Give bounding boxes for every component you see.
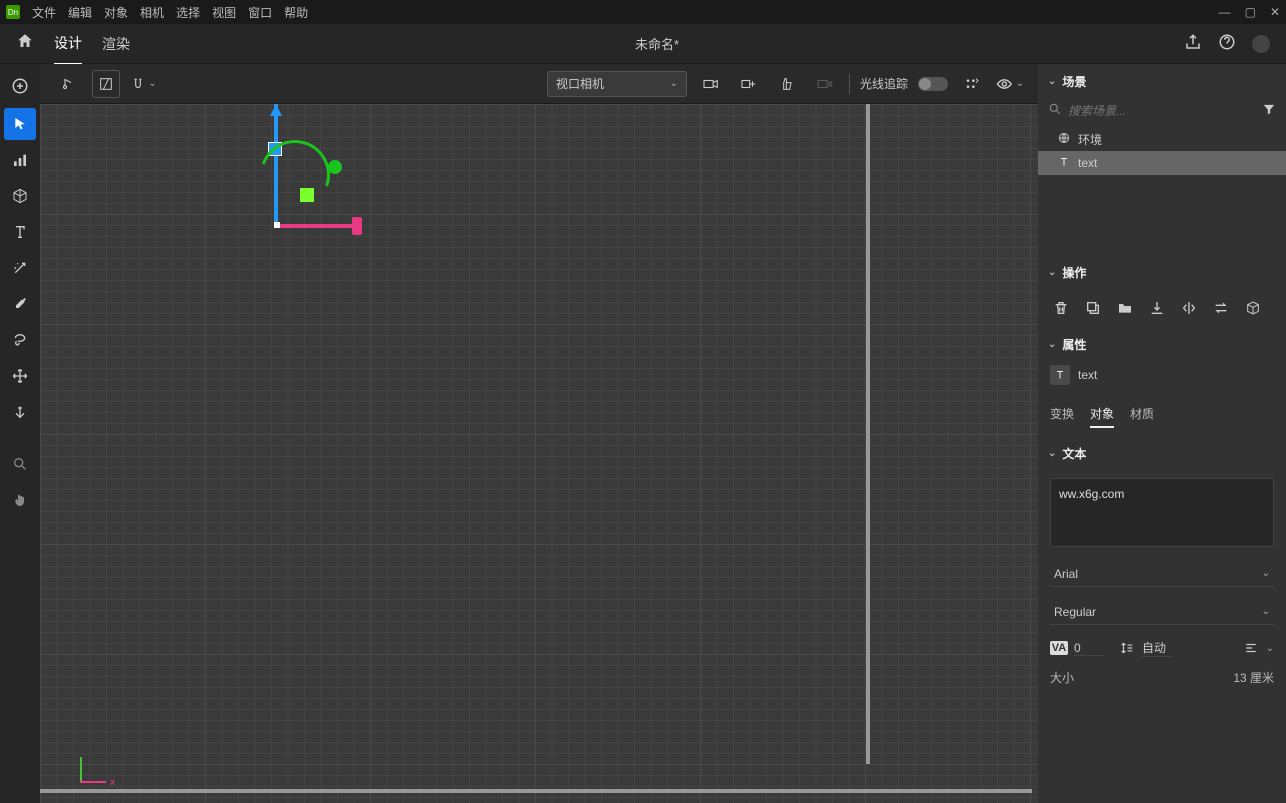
search-tool[interactable] — [4, 448, 36, 480]
menu-object[interactable]: 对象 — [104, 4, 128, 21]
font-select[interactable]: Arial⌄ — [1050, 561, 1274, 587]
grid-axis-h — [40, 789, 1032, 793]
opt-view-icon[interactable]: ⌄ — [996, 70, 1024, 98]
viewport[interactable]: x — [40, 104, 1038, 803]
folder-icon[interactable] — [1114, 297, 1136, 319]
swap-icon[interactable] — [1210, 297, 1232, 319]
size-value[interactable]: 13 厘米 — [1233, 669, 1274, 686]
prop-object-name: text — [1078, 368, 1097, 382]
panel-scene-header[interactable]: ⌄场景 — [1038, 64, 1286, 98]
sync-icon[interactable] — [1252, 35, 1270, 53]
text-value-input[interactable] — [1051, 479, 1273, 543]
menu-help[interactable]: 帮助 — [284, 4, 308, 21]
menu-edit[interactable]: 编辑 — [68, 4, 92, 21]
scene-search-input[interactable] — [1068, 104, 1256, 118]
prop-tab-object[interactable]: 对象 — [1090, 401, 1114, 428]
opt-cam1-icon[interactable] — [697, 70, 725, 98]
ground-icon[interactable] — [1146, 297, 1168, 319]
menu-window[interactable]: 窗口 — [248, 4, 272, 21]
opt-orient-icon[interactable] — [92, 70, 120, 98]
kerning-icon: VA — [1050, 641, 1068, 655]
home-icon[interactable] — [16, 32, 34, 55]
opt-cam-add-icon[interactable] — [735, 70, 763, 98]
scene-item-env[interactable]: 环境 — [1038, 127, 1286, 151]
menu-view[interactable]: 视图 — [212, 4, 236, 21]
size-label: 大小 — [1050, 669, 1074, 686]
share-icon[interactable] — [1184, 33, 1202, 54]
scale-tool[interactable] — [4, 144, 36, 176]
app-logo: Dn — [6, 5, 20, 19]
window-close-icon[interactable]: ✕ — [1270, 5, 1280, 19]
lineheight-icon — [1118, 641, 1136, 655]
menu-file[interactable]: 文件 — [32, 4, 56, 21]
tab-design[interactable]: 设计 — [54, 23, 82, 65]
mirror-icon[interactable] — [1178, 297, 1200, 319]
opt-pivot-icon[interactable] — [54, 70, 82, 98]
panel-text-header[interactable]: ⌄文本 — [1038, 436, 1286, 470]
lineheight-input[interactable]: 自动 — [1142, 639, 1172, 657]
panel-props-header[interactable]: ⌄属性 — [1038, 327, 1286, 361]
panel-ops-header[interactable]: ⌄操作 — [1038, 255, 1286, 289]
scene-item-text[interactable]: text — [1038, 151, 1286, 175]
cube-tool[interactable] — [4, 180, 36, 212]
select-tool[interactable] — [4, 108, 36, 140]
text-icon — [1058, 156, 1070, 171]
opt-cam-del-icon[interactable] — [811, 70, 839, 98]
lasso-tool[interactable] — [4, 324, 36, 356]
globe-icon — [1058, 132, 1070, 147]
filter-icon[interactable] — [1262, 102, 1276, 119]
window-minimize-icon[interactable]: — — [1219, 5, 1231, 19]
doc-title: 未命名* — [635, 34, 679, 53]
move-tool[interactable] — [4, 360, 36, 392]
font-weight-select[interactable]: Regular⌄ — [1050, 599, 1274, 625]
help-icon[interactable] — [1218, 33, 1236, 54]
menu-select[interactable]: 选择 — [176, 4, 200, 21]
add-icon[interactable] — [4, 70, 36, 102]
grid-axis-v — [866, 104, 870, 764]
search-icon — [1048, 102, 1062, 119]
eyedropper-tool[interactable] — [4, 288, 36, 320]
raytrace-toggle[interactable] — [918, 77, 948, 91]
package-icon[interactable] — [1242, 297, 1264, 319]
camera-select[interactable]: 视口相机⌄ — [547, 71, 687, 97]
text-tool[interactable] — [4, 216, 36, 248]
opt-display-icon[interactable] — [958, 70, 986, 98]
raytrace-label: 光线追踪 — [860, 75, 908, 92]
anchor-tool[interactable] — [4, 396, 36, 428]
window-maximize-icon[interactable]: ▢ — [1245, 5, 1256, 19]
text-object-icon — [1050, 365, 1070, 385]
kerning-input[interactable]: 0 — [1074, 641, 1104, 656]
duplicate-icon[interactable] — [1082, 297, 1104, 319]
wand-tool[interactable] — [4, 252, 36, 284]
opt-snap-icon[interactable]: ⌄ — [130, 70, 158, 98]
hand-tool[interactable] — [4, 484, 36, 516]
opt-cam-like-icon[interactable] — [773, 70, 801, 98]
tab-render[interactable]: 渲染 — [102, 24, 130, 64]
delete-icon[interactable] — [1050, 297, 1072, 319]
menu-camera[interactable]: 相机 — [140, 4, 164, 21]
prop-tab-transform[interactable]: 变换 — [1050, 401, 1074, 428]
axis-indicator: x — [80, 757, 106, 783]
transform-gizmo[interactable] — [274, 104, 278, 228]
align-icon[interactable] — [1242, 641, 1260, 655]
prop-tab-material[interactable]: 材质 — [1130, 401, 1154, 428]
